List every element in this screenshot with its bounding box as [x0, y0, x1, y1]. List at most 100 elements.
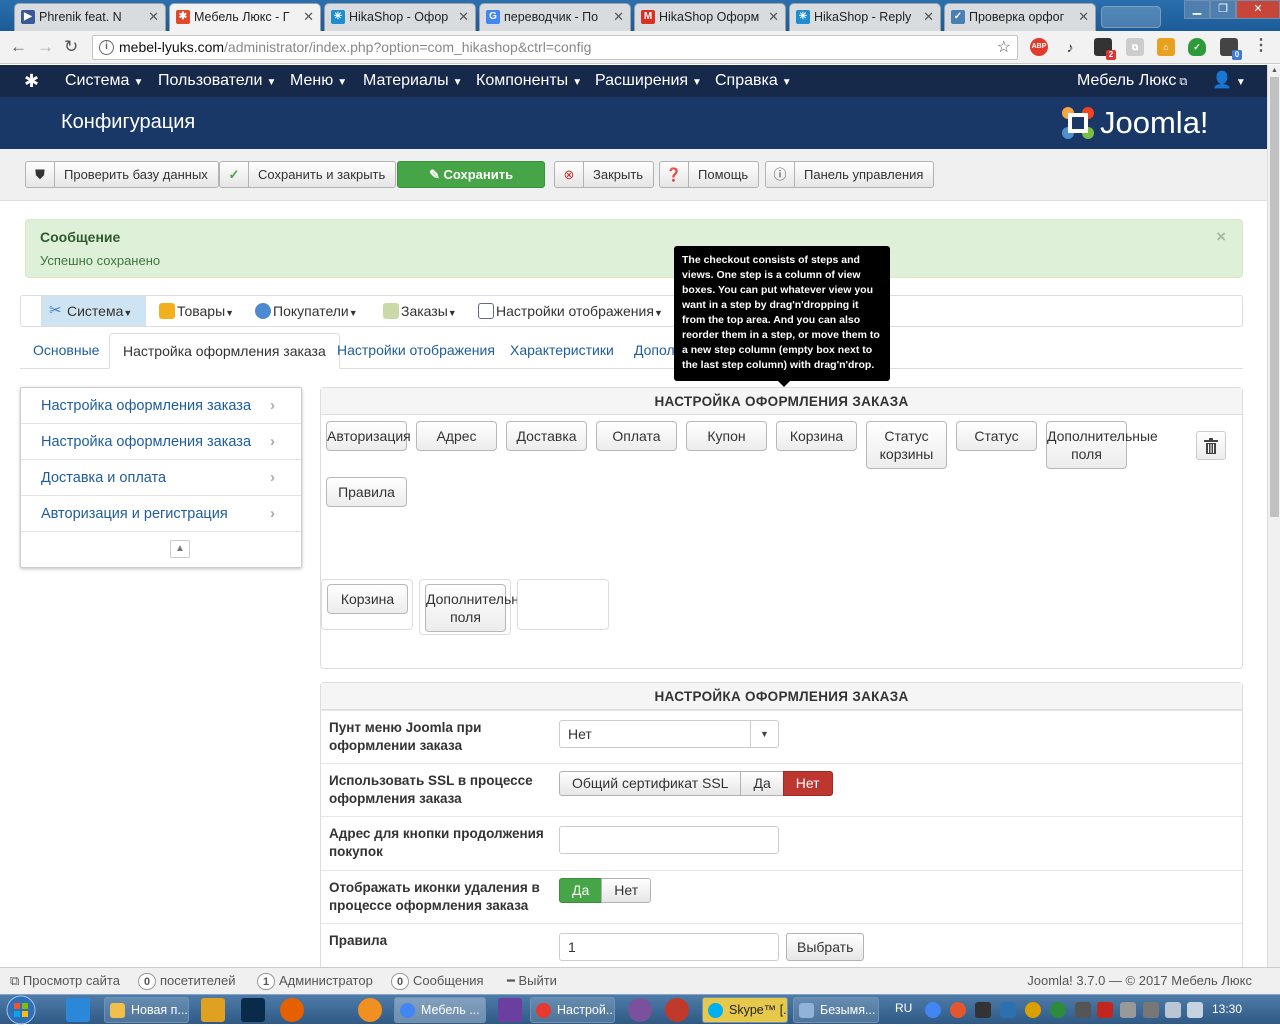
menu-extensions[interactable]: Расширения ▼	[595, 65, 702, 99]
close-button[interactable]: ⊗ Закрыть	[554, 161, 655, 188]
browser-tab[interactable]: M HikaShop Оформ ✕	[634, 3, 786, 31]
menu-menus[interactable]: Меню ▼	[290, 65, 347, 99]
rules-select-button[interactable]: Выбрать	[786, 933, 865, 961]
view-box-cart-status[interactable]: Статус корзины	[866, 421, 947, 469]
menu-content[interactable]: Материалы ▼	[363, 65, 463, 99]
tab-close-icon[interactable]: ✕	[1078, 4, 1089, 30]
sidebar-item-auth-registration[interactable]: Авторизация и регистрация ›	[21, 496, 301, 532]
browser-tab[interactable]: ▶ Phrenik feat. N ✕	[14, 3, 166, 31]
joomla-small-logo-icon[interactable]: ✱	[24, 65, 39, 97]
home-colored-icon[interactable]: ⌂	[1157, 38, 1175, 56]
view-box-cart[interactable]: Корзина	[776, 421, 857, 451]
ie-icon[interactable]	[66, 998, 90, 1022]
view-box-payment[interactable]: Оплата	[596, 421, 677, 451]
tab-display[interactable]: Настройки отображения	[324, 333, 508, 369]
view-box-status[interactable]: Статус	[956, 421, 1037, 451]
tab-main[interactable]: Основные	[20, 333, 112, 369]
view-box-login[interactable]: Авторизация	[326, 421, 411, 451]
taskbar-item-paint[interactable]: Безымя...	[793, 997, 879, 1023]
ssl-shared-option[interactable]: Общий сертификат SSL	[559, 771, 742, 796]
screenshot-icon[interactable]: 0	[1220, 38, 1242, 60]
hika-menu-system[interactable]: ✂ Система▼	[41, 296, 146, 326]
admins-status[interactable]: 1 Администратор	[257, 968, 373, 994]
restore-icon[interactable]: ❐	[1210, 0, 1236, 19]
view-box-terms[interactable]: Правила	[326, 477, 407, 507]
view-box-shipping[interactable]: Доставка	[506, 421, 587, 451]
step-column-1[interactable]: Корзина	[321, 579, 413, 630]
logout-link[interactable]: ━ Выйти	[507, 968, 557, 994]
tray-app-icon[interactable]	[950, 1002, 966, 1018]
opera-icon[interactable]	[665, 998, 689, 1022]
reload-icon[interactable]: ↻	[64, 37, 78, 57]
volume-icon[interactable]	[1187, 1002, 1203, 1018]
taskbar-item-chrome[interactable]: Мебель ...	[394, 997, 486, 1023]
firefox-icon[interactable]	[280, 998, 304, 1022]
extension-icon[interactable]: 2	[1094, 38, 1116, 60]
back-icon[interactable]: ←	[10, 37, 27, 57]
scroll-up-icon[interactable]: ▲	[170, 540, 190, 558]
shield-check-icon[interactable]: ✓	[1188, 38, 1206, 56]
tab-close-icon[interactable]: ✕	[148, 4, 159, 30]
app-icon[interactable]	[358, 998, 382, 1022]
scroll-thumb[interactable]	[1270, 77, 1279, 517]
control-panel-button[interactable]: ⓘ Панель управления	[765, 161, 935, 188]
save-button[interactable]: ✎ Сохранить	[397, 161, 545, 188]
ssl-yes-option[interactable]: Да	[740, 771, 784, 796]
check-database-button[interactable]: ⛊ Проверить базу данных	[25, 161, 219, 188]
taskbar-item-folder[interactable]: Новая п...	[104, 997, 189, 1023]
tray-monitor-icon[interactable]	[975, 1002, 991, 1018]
scroll-up-arrow-icon[interactable]: ▲	[1268, 65, 1280, 77]
browser-tab[interactable]: ✳ HikaShop - Офор ✕	[324, 3, 476, 31]
ssl-no-option[interactable]: Нет	[782, 771, 833, 796]
language-indicator[interactable]: RU	[895, 1001, 912, 1015]
tab-characteristics[interactable]: Характеристики	[497, 333, 627, 369]
close-window-icon[interactable]: ✕	[1236, 0, 1280, 19]
start-button[interactable]	[4, 995, 46, 1025]
rules-input[interactable]: 1	[559, 933, 779, 961]
continue-shopping-url-input[interactable]	[559, 826, 779, 854]
menu-help[interactable]: Справка ▼	[715, 65, 792, 99]
tray-app3-icon[interactable]	[1120, 1002, 1136, 1018]
tray-security-icon[interactable]	[1050, 1002, 1066, 1018]
tray-flag-icon[interactable]	[1143, 1002, 1159, 1018]
new-step-column[interactable]	[517, 579, 609, 630]
save-close-button[interactable]: ✓ Сохранить и закрыть	[219, 161, 397, 188]
hika-menu-display[interactable]: Настройки отображения▼	[470, 296, 663, 326]
hika-menu-products[interactable]: Товары▼	[151, 296, 234, 326]
media-player-icon[interactable]	[201, 998, 225, 1022]
step-column-2[interactable]: Дополнительные поля	[419, 579, 537, 635]
browser-tab[interactable]: ✓ Проверка орфог ✕	[944, 3, 1096, 31]
taskbar-item-yandex[interactable]: Настрой...	[530, 997, 615, 1023]
tray-network-icon[interactable]	[1000, 1002, 1016, 1018]
bookmark-star-icon[interactable]: ☆	[997, 36, 1011, 59]
sidebar-item-shipping-payment[interactable]: Доставка и оплата ›	[21, 460, 301, 496]
page-scrollbar[interactable]: ▲ ▼	[1267, 65, 1280, 994]
tray-acrobat-icon[interactable]	[1097, 1002, 1113, 1018]
view-site-link[interactable]: ⧉ Просмотр сайта	[10, 968, 120, 994]
browser-tab[interactable]: ✳ HikaShop - Reply ✕	[789, 3, 941, 31]
checkout-menu-select[interactable]: Нет ▼	[559, 720, 779, 748]
step-view-extra-fields[interactable]: Дополнительные поля	[425, 584, 537, 632]
chrome-menu-icon[interactable]: ⋮	[1252, 38, 1270, 56]
hika-menu-orders[interactable]: Заказы▼	[375, 296, 457, 326]
view-box-coupon[interactable]: Купон	[686, 421, 767, 451]
url-field[interactable]: i mebel-lyuks.com/administrator/index.ph…	[92, 35, 1018, 60]
tab-close-icon[interactable]: ✕	[768, 4, 779, 30]
music-note-icon[interactable]: ♪	[1061, 38, 1079, 56]
tab-close-icon[interactable]: ✕	[613, 4, 624, 30]
visual-studio-icon[interactable]	[498, 998, 522, 1022]
view-box-address[interactable]: Адрес	[416, 421, 497, 451]
forward-icon[interactable]: →	[37, 37, 54, 57]
messages-status[interactable]: 0 Сообщения	[391, 968, 484, 994]
tray-chrome-icon[interactable]	[925, 1002, 941, 1018]
browser-tab-active[interactable]: ✱ Мебель Люкс - Г ✕	[169, 3, 321, 32]
taskbar-item-skype[interactable]: Skype™ [...	[702, 997, 788, 1023]
close-icon[interactable]: ×	[1216, 227, 1226, 247]
browser-tab[interactable]: G переводчик - По ✕	[479, 3, 631, 31]
site-info-icon[interactable]: i	[99, 40, 114, 55]
help-button[interactable]: ❓ Помощь	[659, 161, 760, 188]
pdf-icon[interactable]: ⧉	[1126, 38, 1144, 56]
delete-icons-yes-option[interactable]: Да	[559, 878, 603, 903]
tray-network2-icon[interactable]	[1165, 1002, 1181, 1018]
menu-users[interactable]: Пользователи ▼	[158, 65, 276, 99]
